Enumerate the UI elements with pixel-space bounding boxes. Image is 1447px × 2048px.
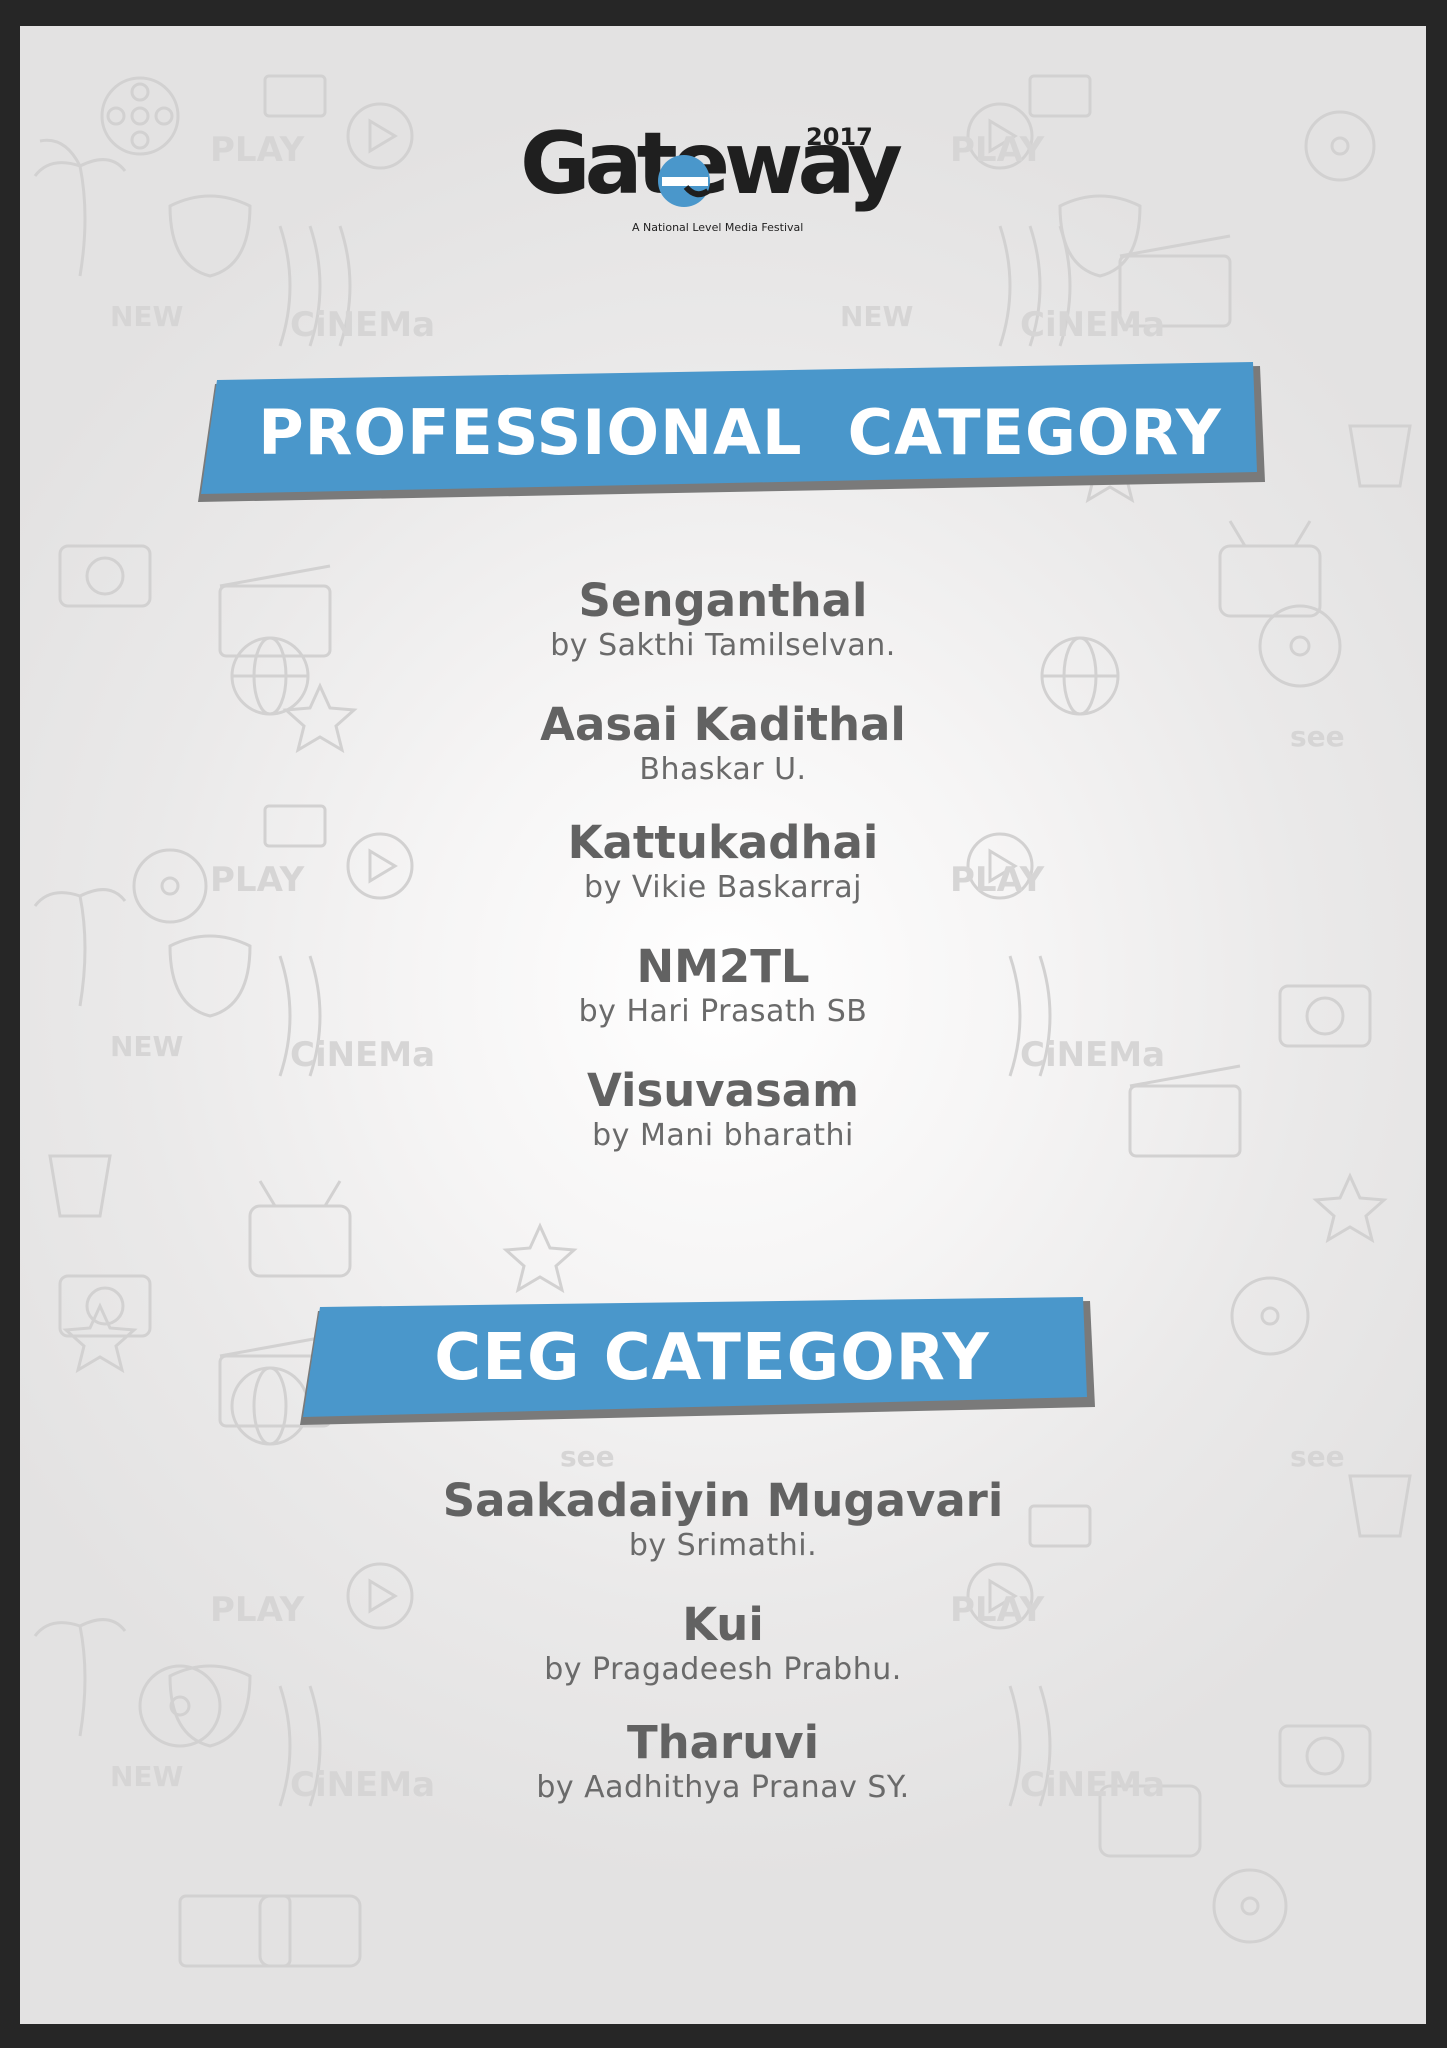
- list-item: Kattukadhai by Vikie Baskarraj: [20, 818, 1426, 908]
- film-title: Visuvasam: [586, 1064, 860, 1117]
- film-title: Kattukadhai: [567, 816, 879, 869]
- list-item: Tharuvi by Aadhithya Pranav SY.: [20, 1718, 1426, 1808]
- ceg-category-title: CEG CATEGORY: [434, 1321, 990, 1395]
- film-title: Kui: [682, 1598, 764, 1651]
- gateway-logo: Gateway 2017 A National Level Media Fest…: [520, 121, 903, 271]
- film-credit: by Hari Prasath SB: [578, 994, 868, 1029]
- doodle-see-text: see: [1290, 1440, 1345, 1473]
- film-credit: by Vikie Baskarraj: [584, 870, 862, 905]
- list-item: Senganthal by Sakthi Tamilselvan.: [20, 576, 1426, 666]
- film-title: Senganthal: [578, 574, 868, 627]
- film-title: NM2TL: [636, 940, 810, 993]
- doodle-cinema-text: CiNEMa: [290, 305, 435, 345]
- film-title: Saakadaiyin Mugavari: [442, 1474, 1004, 1527]
- film-credit: by Pragadeesh Prabhu.: [544, 1652, 902, 1687]
- doodle-new-text: NEW: [110, 1030, 184, 1063]
- film-credit: Bhaskar U.: [639, 752, 807, 787]
- doodle-new-text: NEW: [840, 300, 914, 333]
- list-item: Kui by Pragadeesh Prabhu.: [20, 1600, 1426, 1690]
- doodle-play-text: PLAY: [210, 130, 305, 170]
- doodle-play-text: PLAY: [950, 130, 1045, 170]
- film-credit: by Sakthi Tamilselvan.: [550, 628, 896, 663]
- film-credit: by Mani bharathi: [592, 1118, 854, 1153]
- poster: PLAY PLAY PLAY PLAY PLAY PLAY CiNEMa CiN…: [20, 26, 1426, 2024]
- ceg-category-banner: CEG CATEGORY: [290, 1279, 1110, 1459]
- logo-tagline: A National Level Media Festival: [632, 221, 804, 234]
- logo-year: 2017: [806, 123, 873, 151]
- professional-category-banner: PROFESSIONAL CATEGORY: [195, 344, 1285, 534]
- list-item: Visuvasam by Mani bharathi: [20, 1066, 1426, 1156]
- film-title: Tharuvi: [626, 1716, 820, 1769]
- film-title: Aasai Kadithal: [540, 698, 906, 751]
- doodle-cinema-text: CiNEMa: [1020, 305, 1165, 345]
- list-item: Aasai Kadithal Bhaskar U.: [20, 700, 1426, 790]
- professional-category-title: PROFESSIONAL CATEGORY: [258, 396, 1222, 469]
- film-credit: by Aadhithya Pranav SY.: [536, 1770, 910, 1805]
- list-item: Saakadaiyin Mugavari by Srimathi.: [20, 1476, 1426, 1566]
- film-credit: by Srimathi.: [628, 1528, 818, 1563]
- list-item: NM2TL by Hari Prasath SB: [20, 942, 1426, 1032]
- logo-e-icon: [658, 155, 710, 207]
- doodle-new-text: NEW: [110, 300, 184, 333]
